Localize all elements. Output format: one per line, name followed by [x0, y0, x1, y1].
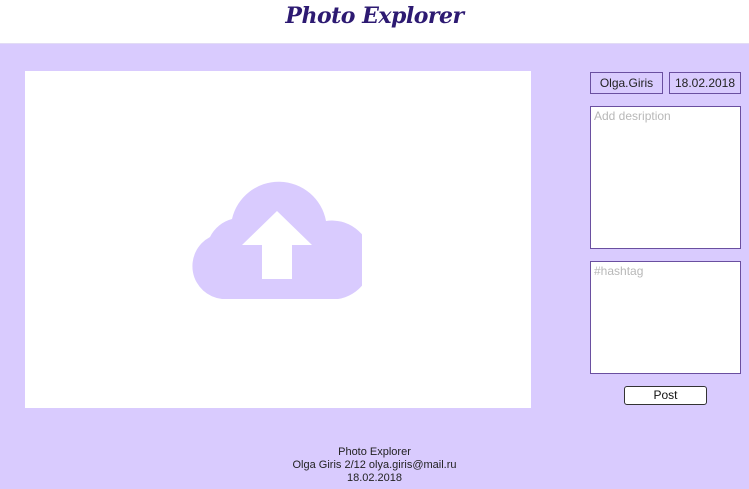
logo-text: Photo Explorer	[285, 3, 464, 29]
photo-upload-area[interactable]	[25, 71, 531, 408]
cloud-upload-icon	[192, 181, 362, 299]
post-button[interactable]: Post	[624, 386, 707, 405]
footer: Photo Explorer Olga Giris 2/12 olya.giri…	[0, 446, 749, 485]
date-badge: 18.02.2018	[669, 72, 741, 94]
hashtag-input[interactable]	[590, 261, 741, 374]
footer-title: Photo Explorer	[338, 446, 411, 458]
username-badge: Olga.Giris	[590, 72, 663, 94]
footer-contact: Olga Giris 2/12 olya.giris@mail.ru	[292, 459, 457, 471]
header: Photo Explorer	[0, 0, 749, 44]
footer-date: 18.02.2018	[346, 472, 403, 484]
main-area: Olga.Giris 18.02.2018 Post Photo Explore…	[0, 44, 749, 489]
description-input[interactable]	[590, 106, 741, 249]
